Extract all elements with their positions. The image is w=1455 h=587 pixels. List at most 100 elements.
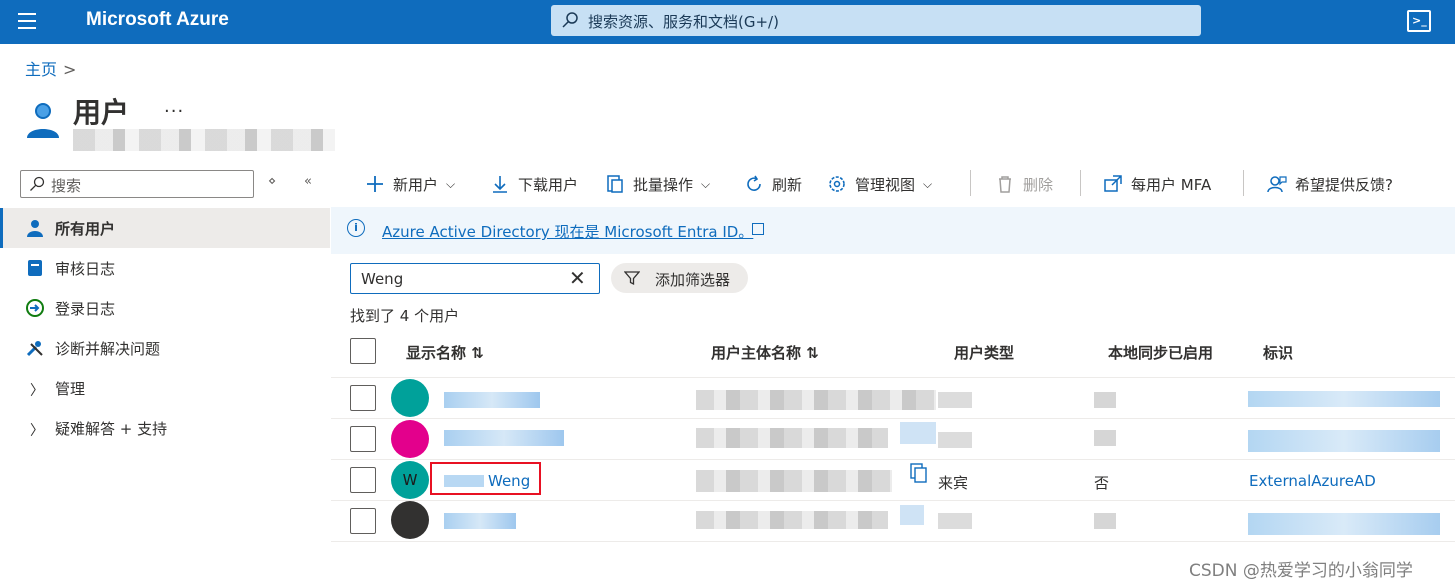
onprem-sync-value: 否 <box>1094 474 1110 492</box>
toolbar-divider <box>970 170 971 196</box>
redacted-upn <box>696 470 892 492</box>
row-divider <box>331 459 1455 460</box>
watermark: CSDN @热爱学习的小翁同学 <box>1189 561 1413 581</box>
breadcrumb-home[interactable]: 主页 <box>25 60 57 79</box>
manage-view-button[interactable]: 管理视图 ⌵ <box>827 166 932 202</box>
top-bar: Microsoft Azure 搜索资源、服务和文档(G+/) >_ <box>0 0 1455 44</box>
search-placeholder: 搜索资源、服务和文档(G+/) <box>588 13 779 31</box>
redacted-upn <box>696 428 888 448</box>
external-link-icon[interactable] <box>752 223 764 235</box>
result-count: 找到了 4 个用户 <box>350 307 460 325</box>
redacted-identity <box>1248 430 1440 452</box>
feedback-icon <box>1267 176 1287 193</box>
hamburger-menu-icon[interactable] <box>18 13 40 31</box>
avatar: W <box>391 461 429 499</box>
search-icon <box>562 12 578 28</box>
redacted-user-type <box>938 513 972 529</box>
user-search-input[interactable]: Weng ✕ <box>350 263 600 294</box>
user-icon <box>27 220 43 237</box>
refresh-button[interactable]: 刷新 <box>744 166 802 202</box>
redacted-sync <box>1094 430 1116 446</box>
redacted-upn <box>696 390 936 410</box>
more-options-icon[interactable]: ... <box>164 96 184 117</box>
banner-link[interactable]: Azure Active Directory 现在是 Microsoft Ent… <box>382 221 753 242</box>
redacted-copy-icon <box>900 505 924 525</box>
feedback-button[interactable]: 希望提供反馈? <box>1267 166 1393 202</box>
brand-title[interactable]: Microsoft Azure <box>86 9 229 31</box>
nav-search-input[interactable]: 搜索 <box>20 170 254 198</box>
column-header-onprem-sync[interactable]: 本地同步已启用 <box>1108 342 1213 363</box>
download-icon <box>493 176 507 193</box>
sign-in-icon <box>26 299 44 317</box>
bulk-operations-icon <box>607 175 623 193</box>
search-value: Weng <box>361 270 404 288</box>
column-header-upn[interactable]: 用户主体名称 ⇅ <box>711 342 819 363</box>
external-link-icon <box>1104 175 1122 192</box>
breadcrumb: 主页 > <box>25 56 76 80</box>
toolbar-divider <box>1243 170 1244 196</box>
redacted-subtitle <box>73 129 335 151</box>
collapse-nav-icon[interactable]: « <box>304 174 312 189</box>
cloud-shell-icon[interactable]: >_ <box>1407 10 1431 32</box>
row-checkbox[interactable] <box>350 385 376 411</box>
row-checkbox[interactable] <box>350 426 376 452</box>
chevron-right-icon: > <box>63 60 77 79</box>
chevron-down-icon: ⌵ <box>446 176 456 191</box>
new-user-button[interactable]: 新用户 ⌵ <box>365 166 455 202</box>
nav-search-placeholder: 搜索 <box>51 177 82 195</box>
redacted-sync <box>1094 513 1116 529</box>
redacted-name[interactable] <box>444 513 516 529</box>
nav-item-all-users[interactable]: 所有用户 <box>0 208 330 248</box>
add-filter-button[interactable]: 添加筛选器 <box>611 263 748 293</box>
nav-item-manage[interactable]: 〉 管理 <box>0 368 330 408</box>
redacted-name[interactable] <box>444 392 540 408</box>
per-user-mfa-button[interactable]: 每用户 MFA <box>1103 166 1211 202</box>
row-checkbox[interactable] <box>350 467 376 493</box>
search-icon <box>30 176 45 191</box>
highlight-box <box>430 462 541 495</box>
copy-icon[interactable] <box>909 463 929 485</box>
redacted-name[interactable] <box>444 430 564 446</box>
column-header-identities[interactable]: 标识 <box>1263 342 1293 363</box>
nav-item-audit-logs[interactable]: 审核日志 <box>0 248 330 288</box>
user-type: 来宾 <box>938 474 969 492</box>
global-search-input[interactable]: 搜索资源、服务和文档(G+/) <box>551 5 1201 36</box>
wrench-icon <box>26 341 43 357</box>
chevron-down-icon: ⌵ <box>701 176 711 191</box>
expand-collapse-icon[interactable]: ⋄ <box>268 174 276 189</box>
nav-item-label: 审核日志 <box>55 260 116 278</box>
users-page-icon <box>27 103 59 138</box>
nav-item-label: 管理 <box>55 380 86 398</box>
avatar <box>391 420 429 458</box>
column-header-display-name[interactable]: 显示名称 ⇅ <box>406 342 484 363</box>
column-header-user-type[interactable]: 用户类型 <box>954 342 1014 363</box>
info-icon: i <box>347 219 365 237</box>
row-divider <box>331 500 1455 501</box>
row-divider <box>331 377 1455 378</box>
redacted-identity <box>1248 391 1440 407</box>
gear-icon <box>829 176 845 192</box>
nav-item-label: 疑难解答 + 支持 <box>55 420 168 438</box>
nav-item-diagnose[interactable]: 诊断并解决问题 <box>0 328 330 368</box>
redacted-user-type <box>938 392 972 408</box>
chevron-right-icon: 〉 <box>30 423 44 439</box>
redacted-user-type <box>938 432 972 448</box>
delete-button[interactable]: 删除 <box>995 166 1053 202</box>
download-users-button[interactable]: 下载用户 <box>490 166 578 202</box>
nav-item-label: 登录日志 <box>55 300 116 318</box>
plus-icon <box>367 176 383 192</box>
bulk-operations-button[interactable]: 批量操作 ⌵ <box>605 166 710 202</box>
nav-item-label: 所有用户 <box>55 220 116 238</box>
nav-item-troubleshoot[interactable]: 〉 疑难解答 + 支持 <box>0 408 330 448</box>
clear-icon[interactable]: ✕ <box>569 266 586 290</box>
redacted-upn <box>696 511 888 529</box>
row-divider <box>331 418 1455 419</box>
page-title: 用户 <box>73 96 130 129</box>
redacted-copy-icon <box>900 422 936 444</box>
identity-value[interactable]: ExternalAzureAD <box>1249 472 1376 490</box>
row-checkbox[interactable] <box>350 508 376 534</box>
nav-item-sign-in-logs[interactable]: 登录日志 <box>0 288 330 328</box>
select-all-checkbox[interactable] <box>350 338 376 364</box>
filter-icon <box>624 271 640 286</box>
redacted-identity <box>1248 513 1440 535</box>
